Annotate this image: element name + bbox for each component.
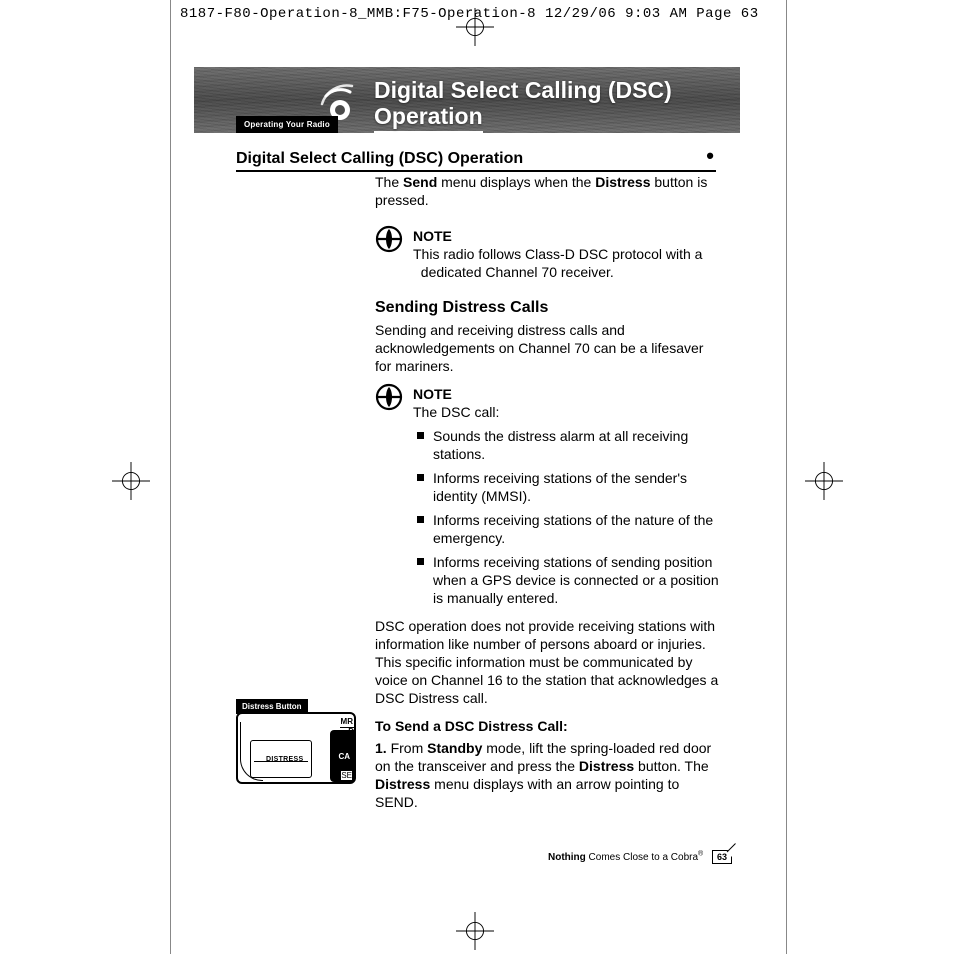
note-label: NOTE [413,385,720,403]
sending-body: Sending and receiving distress calls and… [375,321,720,375]
footer-bold: Nothing [548,852,586,863]
page-number: 63 [712,850,732,864]
note-block: NOTE This radio follows Class-D DSC prot… [375,227,720,281]
banner-title-line1: Digital Select Calling (DSC) [374,77,672,103]
note-label: NOTE [413,227,720,245]
ca-label: CA [338,752,350,761]
banner-title-line2: Operation [374,103,483,133]
list-item: Informs receiving stations of the nature… [433,511,720,547]
list-item: Sounds the distress alarm at all receivi… [433,427,720,463]
page-footer: Nothing Comes Close to a Cobra® 63 [548,850,732,864]
intro-paragraph: The Send menu displays when the Distress… [375,173,720,209]
subheading-sending: Sending Distress Calls [375,299,720,317]
note-icon [375,225,403,253]
registration-mark-icon [456,912,494,950]
figure-caption: Distress Button [236,699,308,714]
figure-illustration: DISTRESS MR D CA SE [236,712,356,784]
registration-mark-icon [456,8,494,46]
body-content: The Send menu displays when the Distress… [375,173,720,811]
registered-icon: ® [698,851,703,858]
note-block: NOTE The DSC call: [375,385,720,421]
to-send-heading: To Send a DSC Distress Call: [375,717,720,735]
section-tab: Operating Your Radio [236,116,338,133]
text: menu displays when the [437,174,595,190]
distress-button-figure: Distress Button DISTRESS MR D CA SE [236,696,358,784]
text-bold: Standby [427,740,482,756]
text-bold: Distress [375,776,430,792]
text-bold: Send [403,174,437,190]
heading-bullet-icon: • [706,150,714,162]
text-bold: Distress [579,758,634,774]
step-1: 1. From Standby mode, lift the spring-lo… [375,739,720,811]
list-item: Informs receiving stations of sending po… [433,553,720,607]
note-icon [375,383,403,411]
step-number: 1. [375,740,387,756]
registration-mark-icon [805,462,843,500]
distress-key-label: DISTRESS [266,756,303,763]
footer-text: Comes Close to a Cobra [586,852,698,863]
section-heading: Digital Select Calling (DSC) Operation • [236,150,716,172]
text: From [391,740,428,756]
dsc-bullet-list: Sounds the distress alarm at all receivi… [375,427,720,607]
list-item: Informs receiving stations of the sender… [433,469,720,505]
registration-mark-icon [112,462,150,500]
note-intro: The DSC call: [413,403,720,421]
section-heading-text: Digital Select Calling (DSC) Operation [236,150,523,167]
d-label: D [348,727,354,736]
text-bold: Distress [595,174,650,190]
text: button. The [634,758,708,774]
dsc-paragraph: DSC operation does not provide receiving… [375,617,720,707]
se-label: SE [341,771,352,780]
note-text: This radio follows Class-D DSC protocol … [413,245,720,281]
text: The [375,174,403,190]
